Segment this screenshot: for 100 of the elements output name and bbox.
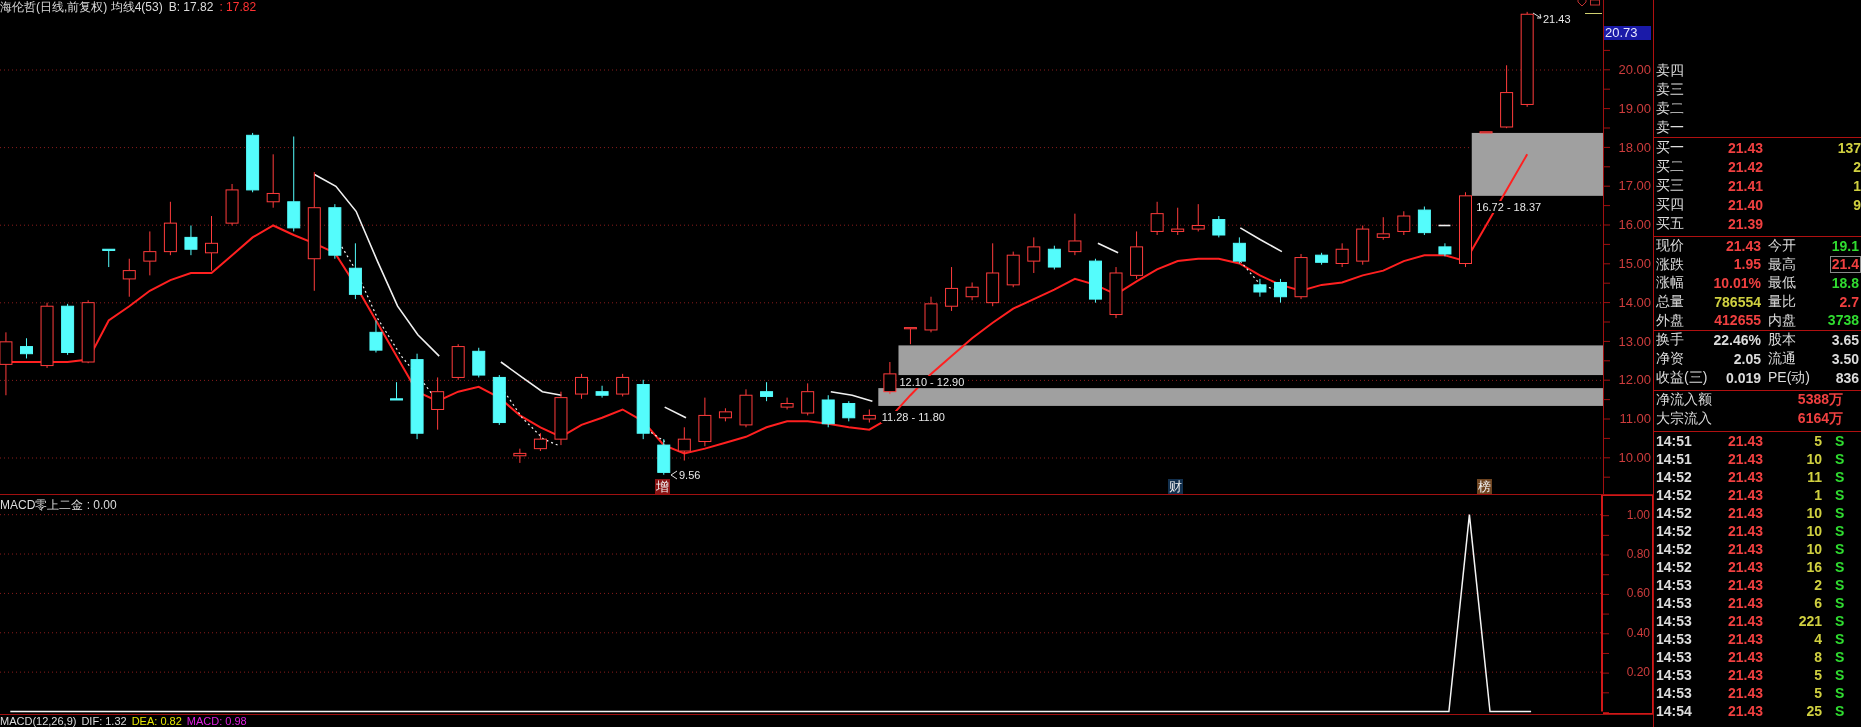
candle [986, 242, 1000, 307]
tick-volume: 10 [1806, 504, 1822, 521]
candle [595, 385, 609, 399]
bid-label: 买四 [1656, 195, 1685, 214]
candle [184, 225, 198, 256]
axis-label: 18.00 [1618, 140, 1651, 155]
candle [698, 397, 712, 447]
trend-line [1239, 227, 1283, 253]
tick-time: 14:54 [1656, 702, 1693, 719]
quote-value: 18.8 [1830, 275, 1860, 292]
bid-label: 买一 [1656, 138, 1685, 157]
candle [657, 438, 671, 476]
flow-value: 5388万 [1797, 391, 1843, 410]
tick-price: 21.43 [1727, 594, 1763, 611]
candle [81, 299, 95, 364]
event-tag: 增 [655, 479, 670, 494]
candle [1130, 230, 1144, 280]
tick-volume: 5 [1814, 666, 1822, 683]
candle [1212, 215, 1226, 238]
tick-time: 14:52 [1656, 540, 1693, 557]
trend-line [663, 406, 687, 419]
candle [122, 258, 136, 298]
tick-price: 21.43 [1727, 468, 1763, 485]
zone-label: 16.72 - 18.37 [1475, 200, 1543, 213]
candle [348, 242, 362, 300]
tick-time: 14:51 [1656, 432, 1693, 449]
stat-label: PE(动) [1767, 369, 1811, 388]
candle [924, 296, 938, 333]
candle [1335, 242, 1349, 268]
tick-time: 14:52 [1656, 522, 1693, 539]
candle [40, 302, 54, 369]
candle [431, 376, 445, 431]
tick-side: S [1834, 450, 1846, 467]
tick-side: S [1834, 630, 1846, 647]
legend-value: DIF: 1.32 [81, 715, 127, 727]
candle [225, 183, 239, 226]
tick-volume: 5 [1814, 684, 1822, 701]
ask-label: 卖四 [1656, 61, 1684, 80]
candle [163, 201, 177, 256]
candle [533, 432, 547, 452]
trend-line [500, 361, 563, 396]
tick-time: 14:53 [1656, 648, 1693, 665]
stat-value: 22.46% [1712, 331, 1762, 349]
axis-label: 19.00 [1618, 101, 1651, 116]
bid-price: 21.42 [1727, 158, 1763, 175]
axis-label: 12.00 [1618, 373, 1651, 388]
candle [903, 327, 917, 345]
candle [1356, 225, 1370, 266]
candle [1438, 242, 1452, 257]
candle [739, 388, 753, 428]
candle [513, 448, 527, 464]
tick-side: S [1834, 504, 1846, 521]
stat-label: 收益(三) [1656, 369, 1708, 388]
tick-time: 14:53 [1656, 666, 1693, 683]
candle [718, 407, 732, 422]
trend-line [1437, 224, 1452, 227]
axis-label: 0.20 [1626, 665, 1650, 680]
quote-label: 外盘 [1656, 311, 1685, 330]
legend-value: DEA: 0.82 [131, 715, 182, 727]
tick-price: 21.43 [1727, 666, 1763, 683]
stat-value: 2.05 [1732, 350, 1762, 368]
tick-volume: 1 [1814, 486, 1822, 503]
tick-side: S [1834, 594, 1846, 611]
tick-side: S [1834, 432, 1846, 449]
bid-price: 21.40 [1727, 196, 1763, 213]
axis-label: 13.00 [1618, 334, 1651, 349]
tick-time: 14:53 [1656, 576, 1693, 593]
candle [102, 248, 116, 268]
stat-value: 0.019 [1724, 369, 1762, 387]
stat-label: 股本 [1767, 331, 1797, 350]
tick-volume: 4 [1814, 630, 1822, 647]
tick-price: 21.43 [1727, 684, 1763, 701]
axis-label: 0.40 [1626, 625, 1650, 640]
candle [801, 382, 815, 416]
tick-time: 14:52 [1656, 486, 1693, 503]
candle [883, 361, 897, 395]
axis-label: 11.00 [1619, 412, 1651, 427]
tick-time: 14:52 [1656, 558, 1693, 575]
stat-label: 净资 [1656, 350, 1685, 369]
candle [1047, 245, 1061, 270]
tick-price: 21.43 [1727, 486, 1763, 503]
quote-label: 量比 [1767, 293, 1797, 312]
chevron-icon [1577, 0, 1587, 7]
candle [266, 153, 280, 209]
candle [246, 132, 260, 193]
tick-side: S [1834, 522, 1846, 539]
axis-label: 16.00 [1618, 218, 1651, 233]
quote-value: 3738 [1826, 312, 1860, 330]
low-price-label: 9.56 [679, 469, 701, 481]
axis-label: 17.00 [1618, 179, 1651, 194]
tick-price: 21.43 [1727, 630, 1763, 647]
candle [205, 215, 218, 272]
candle [1006, 251, 1020, 288]
candle [1150, 201, 1164, 236]
bid-label: 买三 [1656, 176, 1685, 195]
candle [369, 319, 383, 353]
candle [945, 266, 959, 312]
candle [1479, 131, 1493, 134]
high-price-label: 21.43 [1543, 13, 1571, 25]
tick-volume: 11 [1807, 468, 1822, 485]
